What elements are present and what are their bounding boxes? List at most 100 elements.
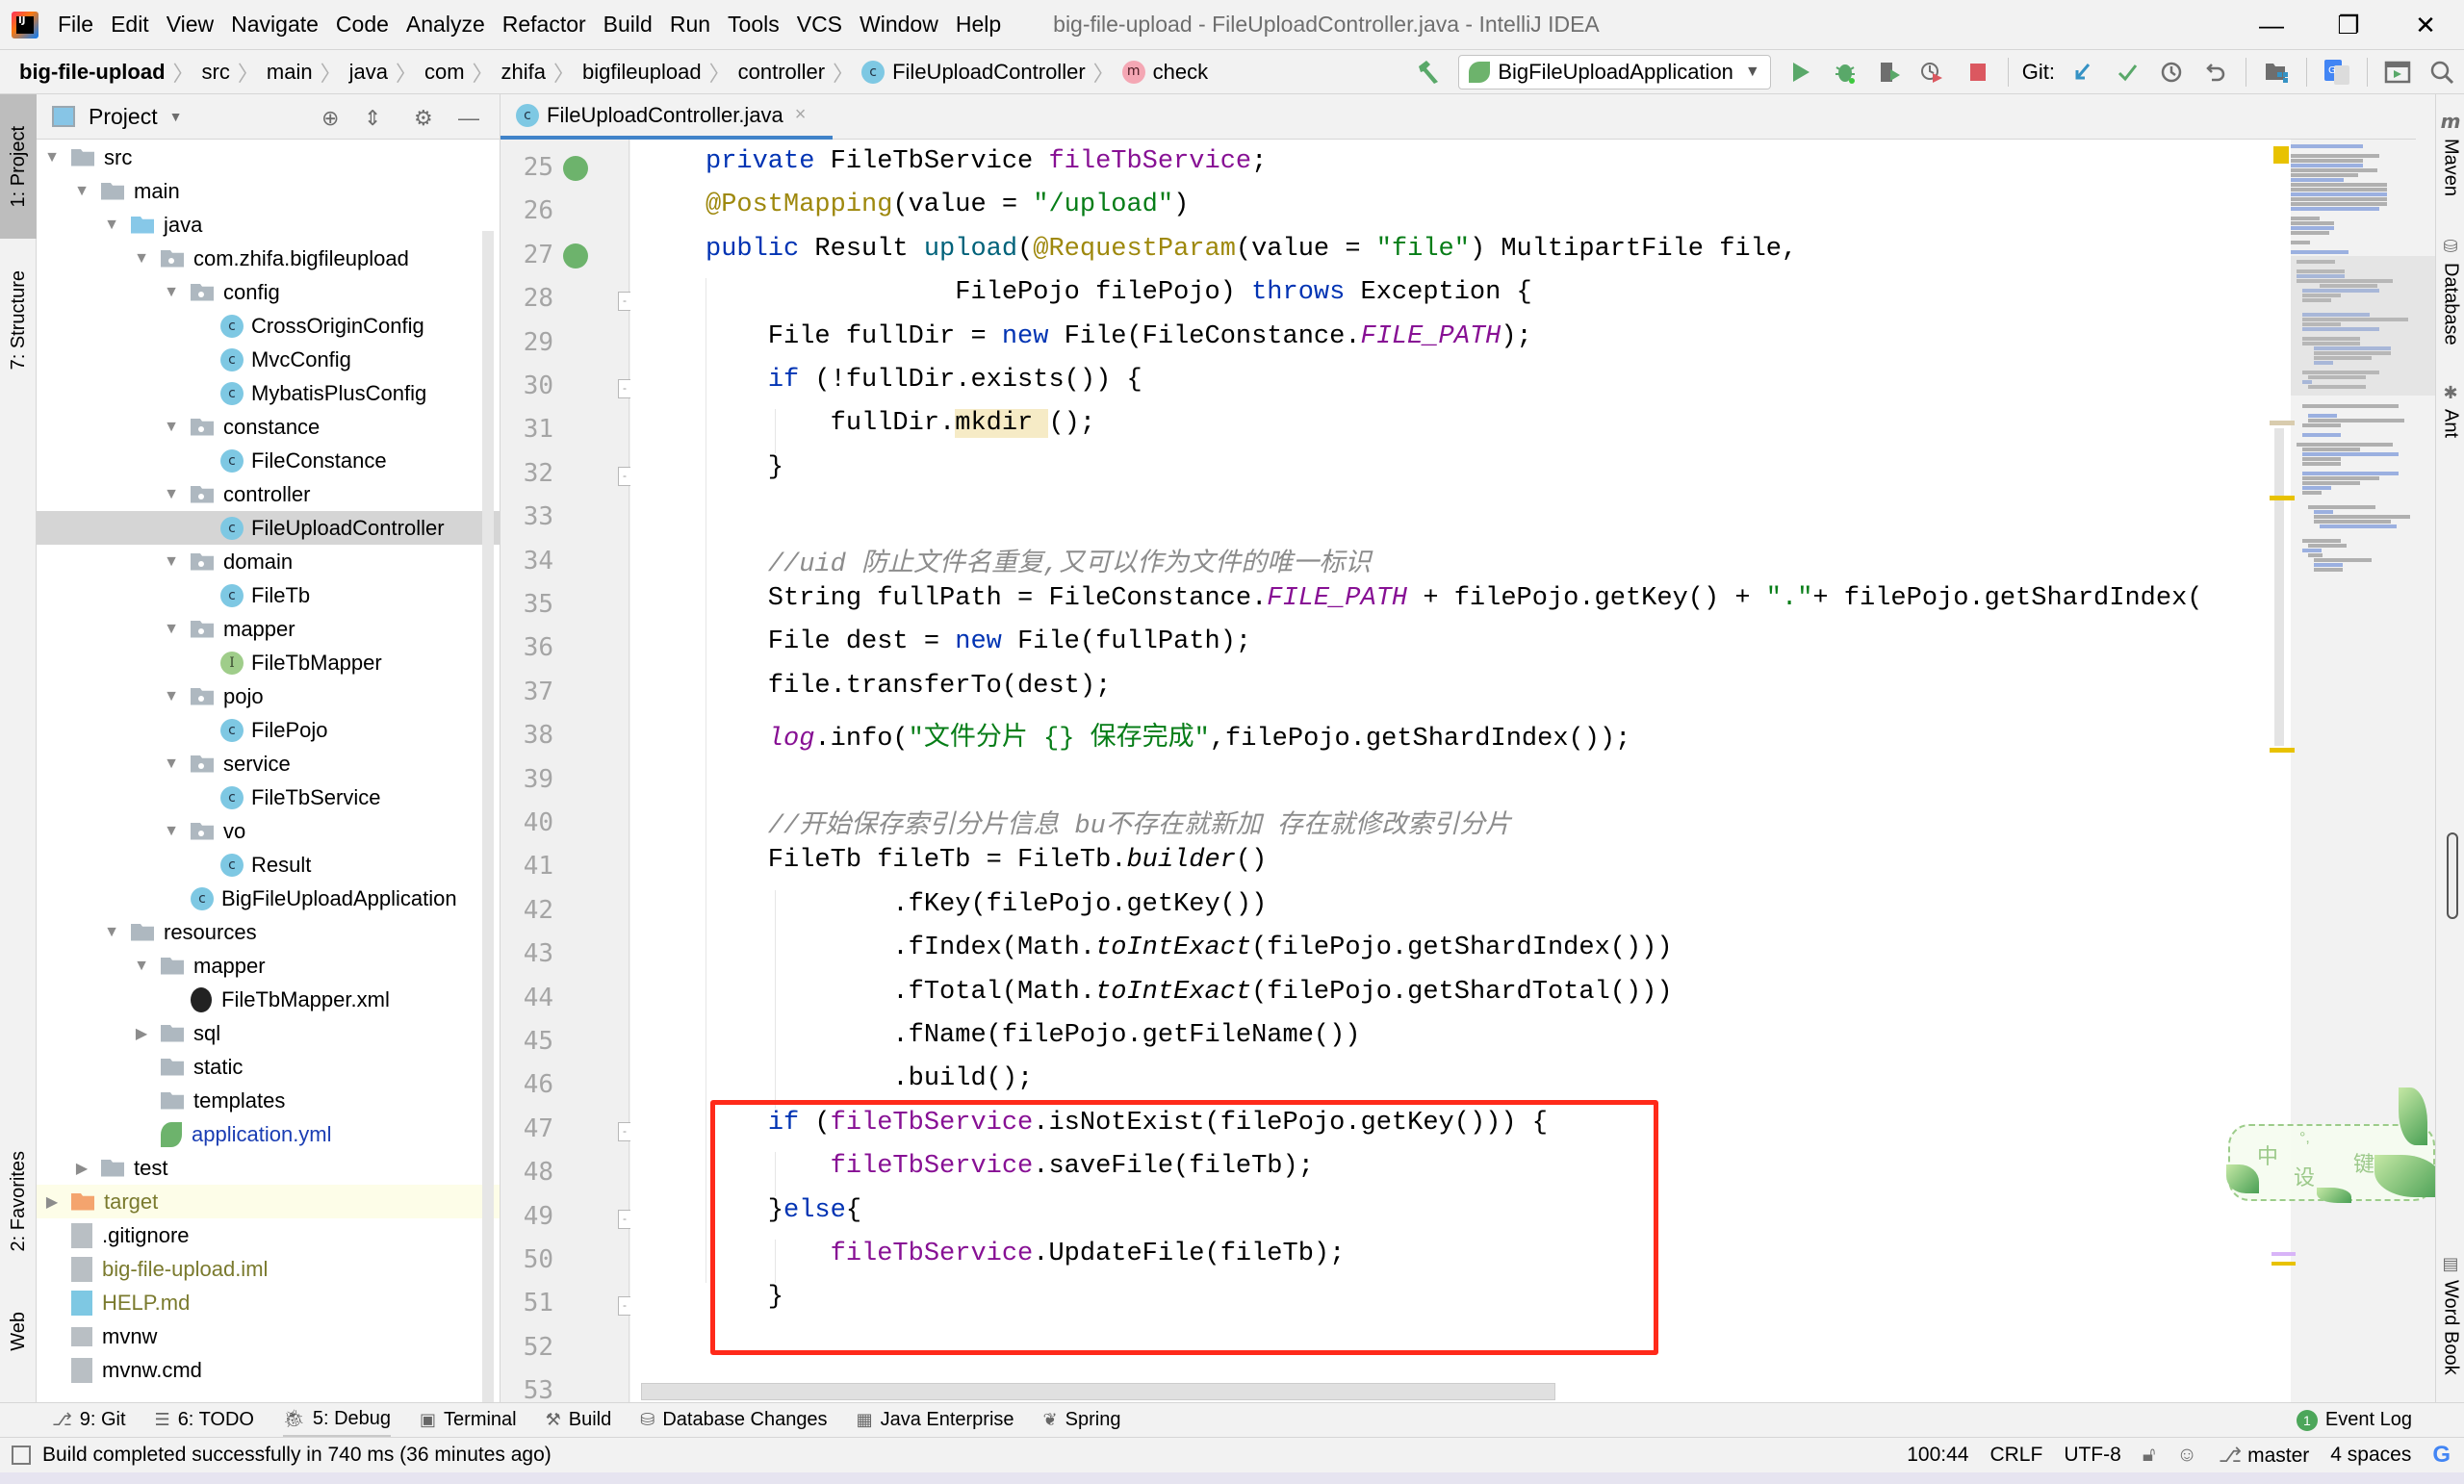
line-number[interactable]: 42 [500, 896, 553, 925]
expand-arrow-icon[interactable]: ▼ [72, 183, 91, 200]
tree-item[interactable]: .gitignore [37, 1218, 500, 1252]
tree-item[interactable]: c MvcConfig [37, 343, 500, 376]
coverage-icon[interactable] [1873, 56, 1906, 89]
git-history-icon[interactable] [2155, 56, 2188, 89]
tree-item[interactable]: ▼ mapper [37, 949, 500, 983]
tree-item[interactable]: ▼ vo [37, 814, 500, 848]
close-window-button[interactable]: ✕ [2387, 0, 2464, 50]
expand-arrow-icon[interactable]: ▼ [162, 419, 181, 436]
expand-arrow-icon[interactable]: ▼ [102, 924, 121, 941]
tool-tab-build[interactable]: ⚒ Build [546, 1403, 612, 1438]
menu-vcs[interactable]: VCS [797, 12, 842, 38]
code-line[interactable]: FileTb fileTb = FileTb.builder() [706, 846, 1268, 889]
tool-tab-structure[interactable]: 7: Structure [0, 248, 37, 393]
expand-arrow-icon[interactable]: ▼ [162, 688, 181, 705]
code-line[interactable]: File dest = new File(fullPath); [706, 627, 1251, 671]
menu-tools[interactable]: Tools [728, 12, 780, 38]
project-view-select[interactable]: Project [89, 104, 158, 130]
line-number[interactable]: 36 [500, 633, 553, 662]
tree-item[interactable]: ▼ com.zhifa.bigfileupload [37, 242, 500, 275]
tree-item[interactable]: templates [37, 1084, 500, 1117]
tree-item[interactable]: mvnw [37, 1319, 500, 1353]
tool-tab-spring[interactable]: ❦ Spring [1043, 1403, 1121, 1438]
menu-view[interactable]: View [167, 12, 214, 38]
tree-item[interactable]: FileTbMapper.xml [37, 983, 500, 1016]
tree-item[interactable]: c MybatisPlusConfig [37, 376, 500, 410]
tool-tab-web[interactable]: Web [0, 1288, 37, 1374]
breadcrumb-src[interactable]: src [202, 60, 230, 85]
minimize-button[interactable]: — [2233, 0, 2310, 50]
menu-edit[interactable]: Edit [111, 12, 149, 38]
tool-tab-word-book[interactable]: ▤ Word Book [2436, 1254, 2464, 1375]
git-rollback-icon[interactable] [2199, 56, 2232, 89]
profile-icon[interactable] [1917, 56, 1950, 89]
tree-item[interactable]: c FileConstance [37, 444, 500, 477]
expand-arrow-icon[interactable]: ▼ [162, 621, 181, 638]
code-line[interactable]: .fKey(filePojo.getKey()) [706, 890, 1267, 934]
ime-input-widget[interactable]: 中 °, 设 键 [2226, 1087, 2442, 1203]
menu-code[interactable]: Code [336, 12, 389, 38]
code-minimap[interactable] [2291, 144, 2435, 722]
code-line[interactable]: fullDir.mkdir (); [706, 409, 1095, 452]
expand-arrow-icon[interactable]: ▼ [162, 486, 181, 503]
locate-icon[interactable]: ⊕ [321, 106, 339, 131]
fold-marker-icon[interactable]: - [618, 1296, 631, 1317]
line-number[interactable]: 31 [500, 415, 553, 444]
tree-item[interactable]: ▼ pojo [37, 679, 500, 713]
collapse-all-icon[interactable]: ⇕ [364, 106, 381, 131]
status-message[interactable]: Build completed successfully in 740 ms (… [42, 1444, 552, 1467]
indent-setting[interactable]: 4 spaces [2330, 1444, 2411, 1467]
git-branch[interactable]: ⎇ master [2219, 1444, 2309, 1468]
code-line[interactable]: } [706, 453, 783, 497]
tool-tab-java-enterprise[interactable]: ▦ Java Enterprise [857, 1403, 1014, 1438]
menu-build[interactable]: Build [603, 12, 653, 38]
line-number[interactable]: 43 [500, 939, 553, 968]
tool-tab-git[interactable]: ⎇ 9: Git [52, 1403, 126, 1438]
tool-tab-database-changes[interactable]: ⛁ Database Changes [640, 1403, 827, 1438]
line-number[interactable]: 38 [500, 721, 553, 750]
line-number[interactable]: 28 [500, 284, 553, 313]
breadcrumb-com[interactable]: com [424, 60, 465, 85]
line-number[interactable]: 52 [500, 1333, 553, 1362]
editor-horizontal-scrollbar[interactable] [641, 1383, 1555, 1400]
expand-arrow-icon[interactable]: ▼ [162, 284, 181, 301]
tree-item[interactable]: c CrossOriginConfig [37, 309, 500, 343]
code-line[interactable]: log.info("文件分片 {} 保存完成",filePojo.getShar… [706, 715, 1631, 758]
spring-bean-icon[interactable] [563, 156, 588, 181]
line-number[interactable]: 30 [500, 371, 553, 400]
right-panel-scroll-thumb[interactable] [2447, 832, 2458, 919]
breadcrumb-main[interactable]: main [267, 60, 313, 85]
tree-item[interactable]: ▼ resources [37, 915, 500, 949]
code-line[interactable]: FilePojo filePojo) throws Exception { [706, 278, 1532, 321]
restore-button[interactable]: ❐ [2310, 0, 2387, 50]
line-number[interactable]: 37 [500, 678, 553, 706]
tree-item[interactable]: ▶ test [37, 1151, 500, 1185]
breadcrumb-controller[interactable]: controller [738, 60, 825, 85]
tree-item[interactable]: ▼ domain [37, 545, 500, 578]
line-number[interactable]: 45 [500, 1027, 553, 1056]
tool-tab-terminal[interactable]: ▣ Terminal [420, 1403, 517, 1438]
expand-arrow-icon[interactable]: ▼ [102, 217, 121, 234]
spring-endpoint-icon[interactable] [563, 243, 588, 269]
tree-item[interactable]: static [37, 1050, 500, 1084]
line-number[interactable]: 32 [500, 459, 553, 488]
toggle-tool-windows-icon[interactable] [12, 1446, 31, 1465]
caret-position[interactable]: 100:44 [1907, 1444, 1968, 1467]
build-hammer-icon[interactable] [1412, 56, 1445, 89]
inspector-icon[interactable]: ☺ [2176, 1444, 2196, 1467]
tool-tab-ant[interactable]: ✱ Ant [2436, 383, 2464, 438]
expand-arrow-icon[interactable]: ▼ [132, 250, 151, 268]
expand-arrow-icon[interactable]: ▼ [162, 755, 181, 773]
tree-item[interactable]: ▼ mapper [37, 612, 500, 646]
tree-item[interactable]: ▼ src [37, 141, 500, 174]
line-number[interactable]: 41 [500, 852, 553, 881]
tool-tab-project[interactable]: 1: Project [0, 94, 37, 239]
code-line[interactable]: if (!fullDir.exists()) { [706, 366, 1142, 409]
line-number[interactable]: 26 [500, 196, 553, 225]
line-number[interactable]: 50 [500, 1245, 553, 1274]
line-number[interactable]: 51 [500, 1289, 553, 1318]
tree-item[interactable]: big-file-upload.iml [37, 1252, 500, 1286]
collapse-arrow-icon[interactable]: ▶ [42, 1192, 62, 1212]
tree-item[interactable]: c FileTb [37, 578, 500, 612]
fold-marker-icon[interactable]: - [618, 292, 631, 312]
